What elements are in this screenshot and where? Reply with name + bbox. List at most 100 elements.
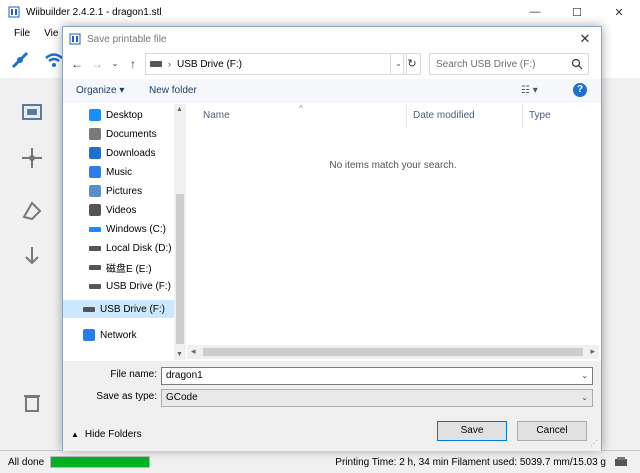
save-as-type-value[interactable]: GCode — [166, 392, 198, 403]
save-as-type-select[interactable]: GCode ⌄ — [161, 389, 593, 407]
right-panel — [596, 80, 640, 450]
navigation-scroll-thumb[interactable] — [176, 194, 184, 344]
hide-folders-label: Hide Folders — [84, 429, 142, 440]
column-date-modified[interactable]: Date modified — [407, 104, 523, 128]
scroll-right-icon[interactable]: ▸ — [590, 346, 595, 357]
nav-item-label: Videos — [106, 204, 137, 216]
command-bar: Organize ▾ New folder ☷ ▾ ? — [63, 79, 601, 103]
search-input[interactable]: Search USB Drive (F:) — [429, 53, 589, 75]
dialog-title: Save printable file — [87, 33, 167, 45]
file-name-input[interactable]: dragon1 ⌄ — [161, 367, 593, 385]
nav-item-label: Network — [100, 329, 137, 341]
dialog-footer: File name: dragon1 ⌄ Save as type: GCode… — [63, 361, 601, 451]
navigation-pane-scrollbar[interactable]: ▲ ▼ — [174, 104, 186, 360]
desktop-icon — [89, 109, 101, 121]
drop-icon[interactable] — [18, 242, 46, 270]
chevron-up-icon: ▲ — [71, 430, 79, 439]
menu-view[interactable]: Vie — [44, 28, 58, 39]
usb-drive-icon — [89, 283, 101, 289]
organize-button[interactable]: Organize ▾ — [76, 85, 124, 96]
scroll-up-icon[interactable]: ▲ — [176, 106, 183, 113]
hide-folders-button[interactable]: ▲ Hide Folders — [71, 429, 142, 440]
nav-item-disk[interactable]: 磁盘E (E:) — [63, 258, 174, 276]
pictures-icon — [89, 185, 101, 197]
scroll-left-icon[interactable]: ◂ — [191, 346, 196, 357]
save-dialog: Save printable file ✕ ← → ⌄ ↑ › USB Driv… — [62, 26, 602, 451]
nav-item-desktop[interactable]: Desktop — [63, 106, 174, 124]
refresh-icon[interactable]: ↻ — [403, 53, 421, 75]
nav-item-videos[interactable]: Videos — [63, 201, 174, 219]
forward-arrow-icon[interactable]: → — [89, 56, 105, 72]
local-disk-icon — [89, 245, 101, 251]
trash-icon[interactable] — [18, 388, 46, 416]
nav-item-windows-drive[interactable]: Windows (C:) — [63, 220, 174, 238]
column-type[interactable]: Type — [523, 104, 599, 128]
save-as-type-label: Save as type: — [96, 391, 157, 402]
file-name-label: File name: — [110, 369, 157, 380]
save-as-type-dropdown-icon[interactable]: ⌄ — [581, 390, 588, 406]
nav-item-local-disk[interactable]: Local Disk (D:) — [63, 239, 174, 257]
move-icon[interactable] — [18, 144, 46, 172]
nav-item-music[interactable]: Music — [63, 163, 174, 181]
app-title: Wiibuilder 2.4.2.1 - dragon1.stl — [26, 6, 162, 18]
close-app-button[interactable]: ✕ — [598, 0, 640, 24]
print-stats: Printing Time: 2 h, 34 min Filament used… — [335, 456, 606, 468]
nav-item-label: Pictures — [106, 185, 143, 197]
empty-message: No items match your search. — [329, 160, 457, 171]
nav-item-usb-drive[interactable]: USB Drive (F:) — [63, 277, 174, 295]
address-path[interactable]: USB Drive (F:) — [177, 59, 242, 70]
nav-item-label: 磁盘E (E:) — [106, 263, 152, 275]
videos-icon — [89, 204, 101, 216]
nav-item-label: Music — [106, 166, 133, 178]
printer-status-icon — [614, 456, 628, 468]
scale-icon[interactable] — [18, 196, 46, 224]
minimize-button[interactable]: — — [514, 0, 556, 24]
new-folder-button[interactable]: New folder — [149, 85, 197, 96]
dialog-titlebar: Save printable file ✕ — [63, 27, 601, 51]
left-tool-panel — [0, 80, 62, 450]
menu-file[interactable]: File — [14, 28, 30, 39]
horizontal-scrollbar[interactable]: ◂ ▸ — [187, 345, 599, 359]
downloads-icon — [89, 147, 101, 159]
search-placeholder[interactable]: Search USB Drive (F:) — [436, 59, 535, 70]
nav-item-downloads[interactable]: Downloads — [63, 144, 174, 162]
up-arrow-icon[interactable]: ↑ — [125, 56, 141, 72]
maximize-button[interactable]: ☐ — [556, 0, 598, 24]
load-model-icon[interactable] — [18, 98, 46, 126]
nav-item-usb-drive[interactable]: USB Drive (F:) — [63, 300, 174, 318]
nav-item-network[interactable]: Network — [63, 326, 174, 344]
breadcrumb-separator-icon[interactable]: › — [168, 59, 171, 69]
cancel-button[interactable]: Cancel — [517, 421, 587, 441]
back-arrow-icon[interactable]: ← — [69, 56, 85, 72]
nav-item-label: Downloads — [106, 147, 156, 159]
nav-item-pictures[interactable]: Pictures — [63, 182, 174, 200]
recent-locations-chevron-icon[interactable]: ⌄ — [107, 56, 123, 72]
connect-icon[interactable] — [6, 46, 34, 74]
nav-item-label: Documents — [106, 128, 157, 140]
nav-item-documents[interactable]: Documents — [63, 125, 174, 143]
status-progress-bar — [50, 456, 151, 468]
help-icon[interactable]: ? — [573, 83, 587, 97]
scroll-down-icon[interactable]: ▼ — [176, 351, 183, 358]
file-name-value[interactable]: dragon1 — [166, 370, 203, 381]
resize-grip-icon[interactable]: ⋰ — [590, 439, 598, 448]
app-logo-icon — [8, 6, 20, 18]
file-name-dropdown-icon[interactable]: ⌄ — [581, 368, 588, 384]
search-icon[interactable] — [571, 58, 583, 70]
documents-icon — [89, 128, 101, 140]
navigation-pane: Desktop Documents Downloads Music Pictures Vi… — [63, 104, 183, 360]
horizontal-scroll-thumb[interactable] — [203, 348, 583, 356]
column-name[interactable]: Name — [187, 104, 407, 128]
sort-indicator-icon: ^ — [299, 104, 303, 113]
music-icon — [89, 166, 101, 178]
nav-item-label: USB Drive (F:) — [100, 303, 165, 315]
address-bar[interactable]: › USB Drive (F:) — [145, 53, 391, 75]
dialog-app-icon — [69, 33, 81, 45]
status-text: All done — [8, 456, 45, 468]
disk-icon — [89, 264, 101, 270]
view-options-icon[interactable]: ☷ ▾ — [521, 85, 538, 96]
dialog-close-button[interactable]: ✕ — [577, 31, 593, 47]
save-button[interactable]: Save — [437, 421, 507, 441]
network-icon — [83, 329, 95, 341]
status-progress-fill — [51, 457, 150, 467]
